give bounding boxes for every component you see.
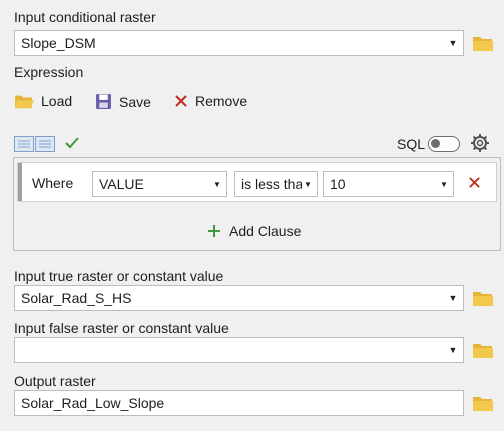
check-icon[interactable] [65,137,79,149]
conditional-raster-label: Input conditional raster [14,9,156,25]
folder-open-icon [15,95,34,109]
chevron-down-icon[interactable]: ▼ [302,180,314,189]
conditional-raster-dropdown[interactable]: Slope_DSM ▼ [14,30,464,56]
clause-row: Where VALUE ▼ is less tha ▼ 10 ▼ [17,162,497,202]
folder-icon[interactable] [472,394,494,412]
true-raster-value: Solar_Rad_S_HS [21,290,132,306]
gear-icon[interactable] [470,133,490,153]
save-button[interactable]: Save [95,93,151,110]
conditional-raster-value: Slope_DSM [21,35,96,51]
output-raster-label: Output raster [14,373,96,389]
folder-icon[interactable] [472,341,494,359]
load-label: Load [41,93,73,109]
where-label: Where [32,175,74,191]
chevron-down-icon[interactable]: ▼ [446,293,460,303]
load-button[interactable]: Load [14,93,72,109]
clause-value: 10 [330,176,346,192]
field-value: VALUE [99,176,144,192]
drag-handle[interactable] [18,163,22,201]
add-clause-label: Add Clause [229,223,302,239]
sql-toggle[interactable] [428,136,460,152]
false-raster-dropdown[interactable]: ▼ [14,337,464,363]
expression-label: Expression [14,64,84,80]
editor-mode-icon[interactable] [14,136,56,152]
close-icon [175,95,187,107]
toggle-knob [431,139,440,148]
query-builder: Where VALUE ▼ is less tha ▼ 10 ▼ Add Cla… [13,157,501,251]
remove-clause-icon[interactable] [468,176,481,189]
chevron-down-icon[interactable]: ▼ [211,180,223,189]
remove-button[interactable]: Remove [174,93,247,109]
operator-value: is less tha [241,176,302,192]
save-label: Save [119,93,151,110]
false-raster-label: Input false raster or constant value [14,320,229,336]
save-icon [96,94,111,109]
true-raster-dropdown[interactable]: Solar_Rad_S_HS ▼ [14,285,464,311]
folder-icon[interactable] [472,34,494,52]
output-raster-field[interactable]: Solar_Rad_Low_Slope [14,390,464,416]
plus-icon [208,225,220,237]
chevron-down-icon[interactable]: ▼ [446,38,460,48]
field-dropdown[interactable]: VALUE ▼ [92,171,227,197]
output-raster-value: Solar_Rad_Low_Slope [21,395,165,411]
sql-label: SQL [397,136,426,152]
remove-label: Remove [195,93,248,109]
add-clause-button[interactable]: Add Clause [207,223,301,239]
folder-icon[interactable] [472,289,494,307]
chevron-down-icon[interactable]: ▼ [446,345,460,355]
chevron-down-icon[interactable]: ▼ [438,180,450,189]
value-dropdown[interactable]: 10 ▼ [323,171,454,197]
operator-dropdown[interactable]: is less tha ▼ [234,171,318,197]
true-raster-label: Input true raster or constant value [14,268,224,284]
